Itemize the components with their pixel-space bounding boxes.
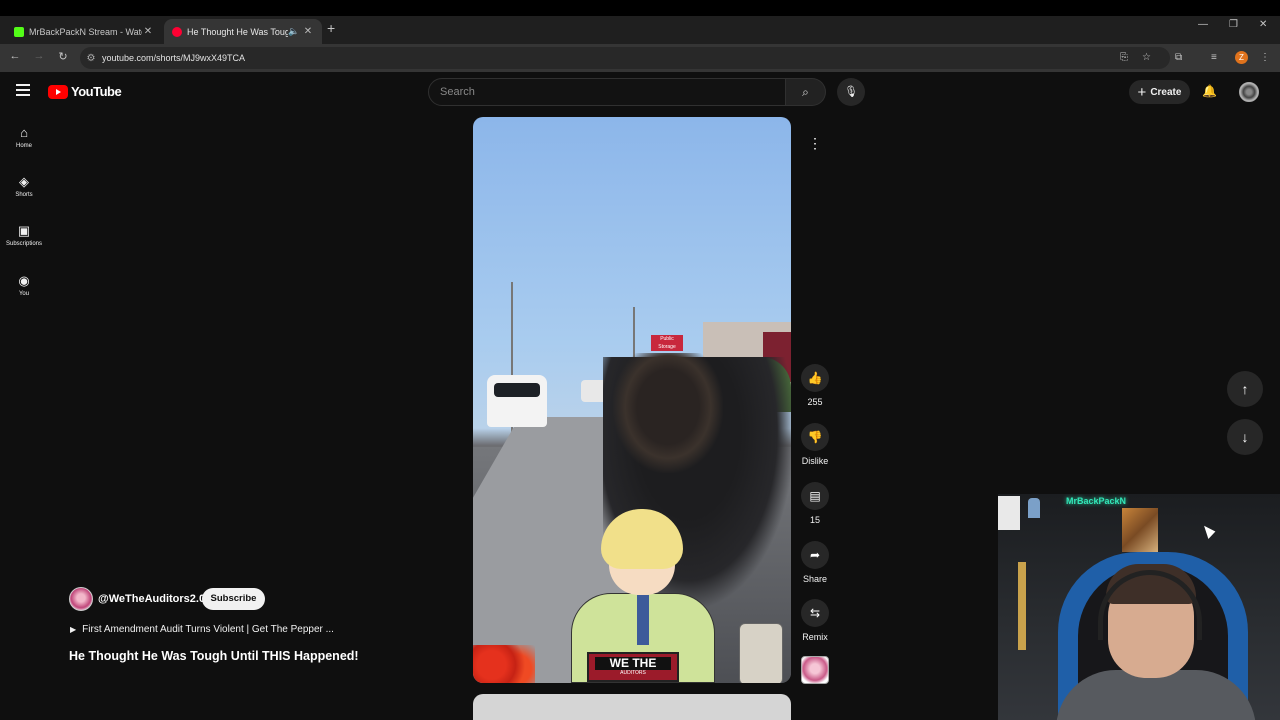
you-icon: ◉ — [18, 273, 30, 288]
search-button[interactable]: ⌕ — [786, 78, 826, 106]
account-avatar[interactable] — [1239, 82, 1259, 102]
subscriptions-icon: ▣ — [17, 223, 31, 238]
bookmark-star-icon[interactable]: ☆ — [1142, 52, 1151, 63]
restore-icon[interactable]: ❐ — [1229, 19, 1238, 30]
dislike-button[interactable]: 👎 Dislike — [797, 423, 833, 466]
next-short-preview[interactable] — [473, 694, 791, 720]
new-tab-icon[interactable]: + — [327, 20, 335, 36]
guide-label: You — [18, 291, 30, 297]
more-options-icon[interactable]: ⋮ — [801, 129, 829, 157]
browser-tab-strip: MrBackPackN Stream - Watch Li ✕ He Thoug… — [0, 0, 1280, 44]
next-short-button[interactable]: ↓ — [1227, 419, 1263, 455]
tiger-painting — [1122, 508, 1158, 552]
close-tab-icon[interactable]: ✕ — [302, 26, 314, 37]
remix-icon: ⇆ — [801, 599, 829, 627]
profile-avatar[interactable]: Z — [1235, 51, 1248, 64]
menu-icon[interactable] — [16, 84, 30, 99]
search-icon: ⌕ — [802, 85, 809, 99]
streamer-webcam-overlay: MrBackPackN — [998, 494, 1280, 720]
plus-icon: + — [1137, 83, 1147, 101]
comment-icon: ▤ — [801, 482, 829, 510]
site-info-icon[interactable]: ⚙ — [80, 53, 102, 64]
wall-sword — [1018, 562, 1026, 650]
home-icon: ⌂ — [20, 125, 28, 140]
guide-item-subscriptions[interactable]: ▣ Subscriptions — [0, 223, 48, 247]
youtube-play-icon — [48, 84, 68, 99]
url-text: youtube.com/shorts/MJ9wxX49TCA — [102, 53, 246, 63]
play-triangle-icon: ▶ — [70, 625, 77, 634]
logo-text: YouTube — [71, 84, 122, 99]
dislike-label: Dislike — [801, 456, 829, 466]
arrow-up-icon: ↑ — [1241, 381, 1249, 397]
sound-thumbnail[interactable] — [801, 656, 829, 684]
short-video-player[interactable]: Public Storage WE THE AUDITORS — [473, 117, 791, 683]
minimize-icon[interactable]: — — [1198, 19, 1208, 30]
tab-title: He Thought He Was Tough — [187, 26, 288, 37]
like-button[interactable]: 👍 255 — [797, 364, 833, 407]
guide-item-you[interactable]: ◉ You — [0, 273, 48, 297]
linked-video-row[interactable]: ▶ First Amendment Audit Turns Violent | … — [70, 624, 334, 635]
channel-name[interactable]: @WeTheAuditors2.0 — [98, 593, 205, 605]
speaker-icon[interactable]: 🔈 — [288, 26, 302, 37]
subscribe-button[interactable]: Subscribe — [202, 588, 265, 610]
comment-count: 15 — [809, 515, 820, 525]
mascot-tie — [637, 595, 649, 645]
wall-poster — [998, 496, 1020, 530]
search-input[interactable]: Search — [428, 78, 786, 106]
mascot-hair — [601, 509, 683, 569]
browser-menu-icon[interactable]: ⋮ — [1260, 52, 1270, 63]
guide-label: Shorts — [15, 192, 33, 198]
guide-label: Subscriptions — [5, 241, 43, 247]
tab-title: MrBackPackN Stream - Watch Li — [29, 26, 142, 37]
guide-item-home[interactable]: ⌂ Home — [0, 125, 48, 149]
kick-favicon-icon — [14, 26, 24, 37]
desk-sign: WE THE AUDITORS — [587, 652, 679, 682]
tab-kick-stream[interactable]: MrBackPackN Stream - Watch Li ✕ — [6, 19, 162, 44]
remix-label: Remix — [802, 632, 828, 642]
share-button[interactable]: ➦ Share — [797, 541, 833, 584]
share-arrow-icon: ➦ — [801, 541, 829, 569]
thumbs-down-icon: 👎 — [801, 423, 829, 451]
youtube-logo[interactable]: YouTube — [48, 84, 122, 99]
desk-sign-sub: AUDITORS — [620, 670, 646, 676]
close-tab-icon[interactable]: ✕ — [142, 26, 154, 37]
create-label: Create — [1150, 86, 1182, 98]
desk-sign-title: WE THE — [595, 657, 671, 670]
address-bar[interactable]: ⚙ youtube.com/shorts/MJ9wxX49TCA — [80, 47, 1170, 69]
arrow-down-icon: ↓ — [1241, 429, 1249, 445]
like-count: 255 — [807, 397, 823, 407]
microphone-icon: 🎙 — [844, 86, 858, 98]
install-app-icon[interactable]: ⎘ — [1120, 52, 1128, 63]
guide-label: Home — [15, 143, 32, 149]
forward-icon[interactable]: → — [31, 50, 47, 62]
thumbs-up-icon: 👍 — [801, 364, 829, 392]
reload-icon[interactable]: ↻ — [55, 50, 71, 63]
jar — [739, 623, 783, 683]
notifications-bell-icon[interactable]: 🔔 — [1202, 84, 1217, 98]
channel-avatar[interactable] — [69, 587, 93, 611]
guide-item-shorts[interactable]: ◈ Shorts — [0, 174, 48, 198]
previous-short-button[interactable]: ↑ — [1227, 371, 1263, 407]
browser-toolbar: ← → ↻ ⚙ youtube.com/shorts/MJ9wxX49TCA ⎘… — [0, 44, 1280, 72]
voice-search-button[interactable]: 🎙 — [837, 78, 865, 106]
share-label: Share — [802, 574, 828, 584]
white-car — [487, 375, 547, 427]
back-icon[interactable]: ← — [7, 50, 23, 62]
remix-button[interactable]: ⇆ Remix — [797, 599, 833, 642]
youtube-favicon-icon — [172, 26, 182, 37]
shorts-icon: ◈ — [19, 174, 29, 189]
short-title: He Thought He Was Tough Until THIS Happe… — [69, 649, 359, 663]
extensions-icon[interactable]: ⧉ — [1175, 52, 1182, 63]
store-sign: Public Storage — [651, 335, 683, 351]
neon-sign: MrBackPackN — [1066, 496, 1127, 506]
linked-video-title: First Amendment Audit Turns Violent | Ge… — [82, 624, 334, 635]
create-button[interactable]: + Create — [1129, 80, 1190, 104]
close-window-icon[interactable]: ✕ — [1259, 19, 1267, 30]
figurine — [1028, 498, 1040, 518]
media-controls-icon[interactable]: ≡ — [1211, 52, 1217, 63]
tab-youtube-short[interactable]: He Thought He Was Tough 🔈 ✕ — [164, 19, 322, 44]
pepper-pile — [473, 645, 535, 683]
comments-button[interactable]: ▤ 15 — [797, 482, 833, 525]
person-hair — [613, 353, 723, 473]
